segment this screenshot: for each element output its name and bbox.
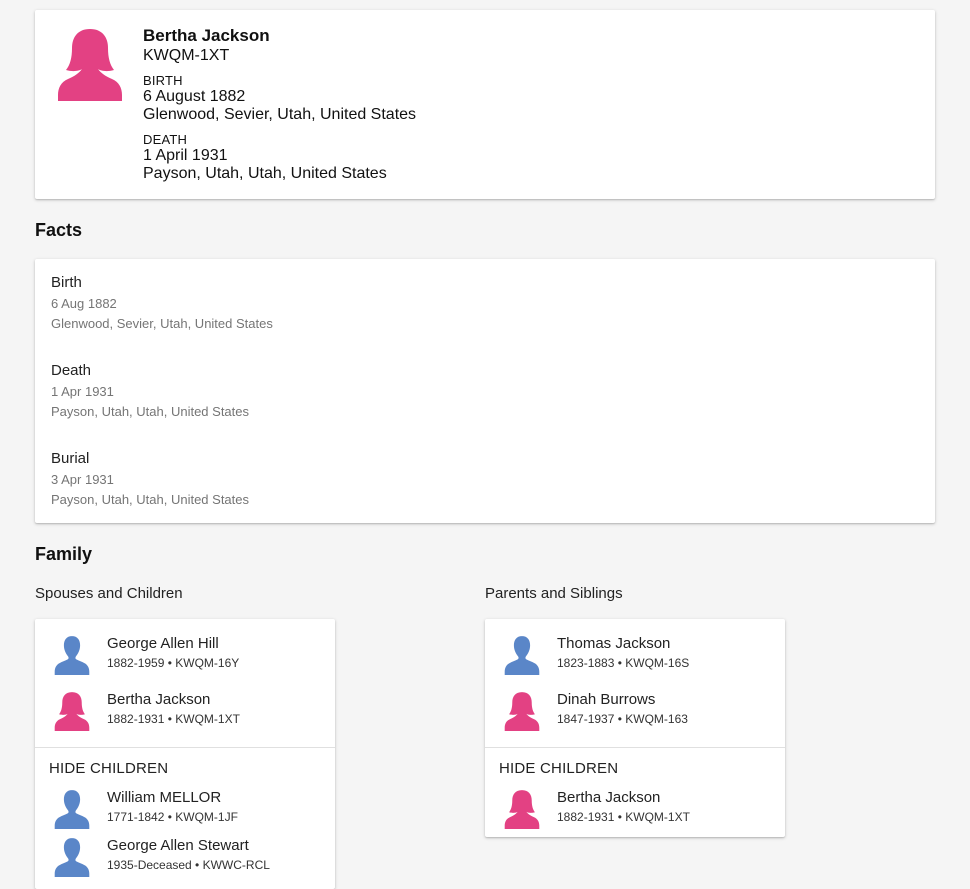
fact-title: Burial (51, 450, 90, 467)
person-name: Bertha Jackson (143, 26, 270, 45)
facts-heading: Facts (35, 220, 83, 240)
death-date: 1 April 1931 (143, 147, 228, 164)
fact-title: Death (51, 362, 92, 379)
family-member-name[interactable]: Bertha Jackson (107, 691, 210, 709)
child-name[interactable]: George Allen Stewart (107, 837, 249, 855)
fact-date: 6 Aug 1882 (51, 296, 117, 311)
fact-place: Glenwood, Sevier, Utah, United States (51, 316, 273, 331)
child-name[interactable]: Bertha Jackson (557, 789, 660, 807)
family-member-lifespan-id: 1847-1937 • KWQM-163 (557, 712, 688, 726)
fact-place: Payson, Utah, Utah, United States (51, 404, 249, 419)
family-member-row[interactable]: Bertha Jackson 1882-1931 • KWQM-1XT (35, 691, 335, 741)
family-member-name[interactable]: Dinah Burrows (557, 691, 655, 709)
hide-children-button[interactable]: HIDE CHILDREN (49, 760, 168, 778)
male-person-icon (53, 837, 91, 877)
family-member-lifespan-id: 1882-1959 • KWQM-16Y (107, 656, 240, 670)
death-place: Payson, Utah, Utah, United States (143, 165, 387, 182)
spouses-and-children-card: George Allen Hill 1882-1959 • KWQM-16Y B… (35, 619, 335, 889)
female-person-icon (57, 27, 123, 101)
child-lifespan-id: 1935-Deceased • KWWC-RCL (107, 858, 270, 872)
family-member-row[interactable]: George Allen Hill 1882-1959 • KWQM-16Y (35, 635, 335, 685)
person-id: KWQM-1XT (143, 47, 230, 64)
fact-place: Payson, Utah, Utah, United States (51, 492, 249, 507)
fact-death[interactable]: Death 1 Apr 1931 Payson, Utah, Utah, Uni… (51, 362, 249, 420)
fact-birth[interactable]: Birth 6 Aug 1882 Glenwood, Sevier, Utah,… (51, 274, 273, 332)
person-summary-card: Bertha Jackson KWQM-1XT BIRTH 6 August 1… (35, 10, 935, 199)
hide-children-button[interactable]: HIDE CHILDREN (499, 760, 618, 778)
male-person-icon (53, 789, 91, 829)
child-row[interactable]: Bertha Jackson 1882-1931 • KWQM-1XT (485, 789, 785, 839)
death-label: DEATH (143, 132, 188, 147)
male-person-icon (503, 635, 541, 675)
divider (35, 747, 335, 748)
facts-card: Birth 6 Aug 1882 Glenwood, Sevier, Utah,… (35, 259, 935, 523)
fact-burial[interactable]: Burial 3 Apr 1931 Payson, Utah, Utah, Un… (51, 450, 249, 508)
fact-date: 3 Apr 1931 (51, 472, 114, 487)
family-member-lifespan-id: 1823-1883 • KWQM-16S (557, 656, 690, 670)
child-row[interactable]: George Allen Stewart 1935-Deceased • KWW… (35, 837, 335, 887)
family-heading: Family (35, 544, 93, 564)
female-person-icon (503, 691, 541, 731)
female-person-icon (503, 789, 541, 829)
divider (485, 747, 785, 748)
birth-date: 6 August 1882 (143, 88, 246, 105)
child-lifespan-id: 1771-1842 • KWQM-1JF (107, 810, 238, 824)
parents-and-siblings-card: Thomas Jackson 1823-1883 • KWQM-16S Dina… (485, 619, 785, 837)
fact-date: 1 Apr 1931 (51, 384, 114, 399)
family-member-name[interactable]: Thomas Jackson (557, 635, 670, 653)
family-member-lifespan-id: 1882-1931 • KWQM-1XT (107, 712, 240, 726)
fact-title: Birth (51, 274, 82, 291)
person-summary-info: Bertha Jackson KWQM-1XT BIRTH 6 August 1… (143, 26, 416, 183)
child-name[interactable]: William MELLOR (107, 789, 221, 807)
child-lifespan-id: 1882-1931 • KWQM-1XT (557, 810, 690, 824)
family-member-name[interactable]: George Allen Hill (107, 635, 219, 653)
female-person-icon (53, 691, 91, 731)
child-row[interactable]: William MELLOR 1771-1842 • KWQM-1JF (35, 789, 335, 839)
spouses-and-children-heading: Spouses and Children (35, 585, 183, 602)
family-member-row[interactable]: Thomas Jackson 1823-1883 • KWQM-16S (485, 635, 785, 685)
birth-place: Glenwood, Sevier, Utah, United States (143, 106, 417, 123)
parents-and-siblings-heading: Parents and Siblings (485, 585, 623, 602)
male-person-icon (53, 635, 91, 675)
family-member-row[interactable]: Dinah Burrows 1847-1937 • KWQM-163 (485, 691, 785, 741)
birth-label: BIRTH (143, 73, 183, 88)
